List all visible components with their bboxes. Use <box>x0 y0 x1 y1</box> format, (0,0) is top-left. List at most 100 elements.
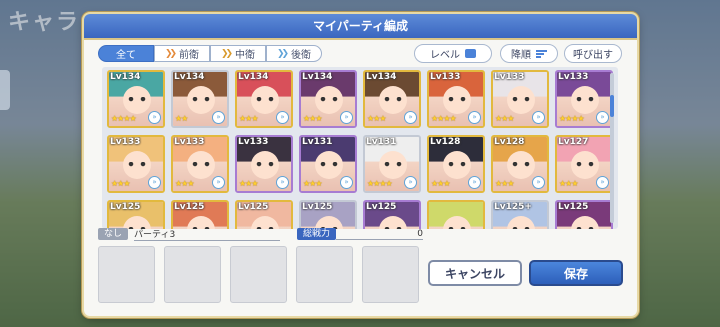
character-level: Lv134 <box>110 72 141 82</box>
sort-option-icon <box>465 49 476 58</box>
party-slot[interactable] <box>98 246 155 303</box>
portrait-eyes <box>576 227 594 229</box>
role-chevron-icon: » <box>404 111 417 124</box>
character-card[interactable]: Lv128 ★★★ » <box>491 135 549 193</box>
party-slot[interactable] <box>362 246 419 303</box>
portrait-eyes <box>512 227 530 229</box>
character-card[interactable]: Lv134 ★★★ » <box>363 70 421 128</box>
roster-grid: Lv134 ★★★★» Lv134 ★★» Lv134 ★★★» Lv134 ★★★» Lv13… <box>102 67 618 229</box>
character-card[interactable]: Lv133 ★★★ » <box>491 70 549 128</box>
filter-label: 全て <box>116 50 136 61</box>
party-name[interactable]: パーティ3 <box>134 227 280 241</box>
role-chevron-icon: » <box>212 111 225 124</box>
portrait-eyes <box>128 97 146 102</box>
character-level: Lv125 <box>366 202 397 212</box>
character-level: Lv127 <box>558 137 589 147</box>
character-card[interactable]: Lv134 ★★★ » <box>299 70 357 128</box>
character-card[interactable]: Lv128 ★★★ » <box>427 135 485 193</box>
sort-order-button[interactable]: 降順 <box>500 44 558 63</box>
character-card[interactable]: Lv133 ★★★ » <box>171 135 229 193</box>
character-level: Lv128 <box>430 137 461 147</box>
roster-scrollbar[interactable] <box>610 73 614 223</box>
character-card[interactable]: Lv133 ★★★★ » <box>555 70 613 128</box>
character-level: Lv133 <box>430 72 461 82</box>
character-stars: ★★★ <box>239 114 258 123</box>
portrait-eyes <box>576 97 594 102</box>
character-card[interactable]: Lv133 ★★★ » <box>235 135 293 193</box>
character-card[interactable]: Lv134 ★★★★ » <box>107 70 165 128</box>
portrait-eyes <box>512 162 530 167</box>
character-stars: ★★★ <box>175 179 194 188</box>
portrait-eyes <box>448 97 466 102</box>
character-level: Lv133 <box>558 72 589 82</box>
character-card[interactable]: Lv133 ★★★ » <box>107 135 165 193</box>
role-chevron-icon: » <box>596 111 609 124</box>
filter-label: 後衛 <box>291 50 312 61</box>
character-card[interactable]: Lv127 ★★★ » <box>555 135 613 193</box>
role-chevron-icon: » <box>340 176 353 189</box>
character-card[interactable]: Lv134 ★★★ » <box>235 70 293 128</box>
character-stars: ★★★ <box>559 179 578 188</box>
character-stars: ★★★ <box>367 114 386 123</box>
character-stars: ★★★ <box>303 179 322 188</box>
roster-scroll-thumb[interactable] <box>610 95 614 117</box>
character-level: Lv134 <box>366 72 397 82</box>
character-level: Lv134 <box>302 72 333 82</box>
filter-tab-all[interactable]: 全て <box>98 45 154 62</box>
load-party-label: 呼び出す <box>573 50 613 61</box>
character-card[interactable]: Lv125 <box>299 200 357 229</box>
portrait-eyes <box>512 97 530 102</box>
character-card[interactable]: Lv131 ★★★★ » <box>363 135 421 193</box>
character-card[interactable]: Lv131 ★★★ » <box>299 135 357 193</box>
role-chevron-icon: » <box>148 111 161 124</box>
character-roster[interactable]: Lv134 ★★★★» Lv134 ★★» Lv134 ★★★» Lv134 ★★★» Lv13… <box>102 67 618 229</box>
filter-label: 中衛 <box>235 50 256 61</box>
middle-role-icon: ❯❯ <box>220 48 233 59</box>
role-chevron-icon: » <box>340 111 353 124</box>
character-card[interactable]: Lv125 <box>107 200 165 229</box>
character-card[interactable]: Lv125 <box>171 200 229 229</box>
character-stars: ★★★★ <box>559 114 585 123</box>
character-stars: ★★ <box>175 114 188 123</box>
character-stars: ★★★★ <box>431 114 457 123</box>
role-chevron-icon: » <box>532 176 545 189</box>
character-level: Lv134 <box>238 72 269 82</box>
save-button[interactable]: 保存 <box>529 260 623 286</box>
background-side-tab <box>0 70 10 110</box>
character-stars: ★★★ <box>495 114 514 123</box>
character-card[interactable]: Lv125 <box>555 200 613 229</box>
filter-tab-front[interactable]: ❯❯ 前衛 <box>154 45 210 62</box>
party-slot[interactable] <box>230 246 287 303</box>
filter-tab-back[interactable]: ❯❯ 後衛 <box>266 45 322 62</box>
portrait-eyes <box>320 97 338 102</box>
character-level: Lv133 <box>174 137 205 147</box>
role-chevron-icon: » <box>468 176 481 189</box>
role-chevron-icon: » <box>596 176 609 189</box>
role-chevron-icon: » <box>148 176 161 189</box>
party-slot[interactable] <box>296 246 353 303</box>
character-stars: ★★★ <box>111 179 130 188</box>
sort-order-label: 降順 <box>511 50 531 61</box>
role-chevron-icon: » <box>276 111 289 124</box>
character-card[interactable]: Lv125+ <box>491 200 549 229</box>
character-card[interactable]: Lv134 ★★ » <box>171 70 229 128</box>
character-card[interactable]: Lv125 <box>235 200 293 229</box>
total-power-bar: 総戦力 0 <box>297 228 423 240</box>
modal-title: マイパーティ編成 <box>84 14 637 40</box>
character-card[interactable]: Lv133 ★★★★ » <box>427 70 485 128</box>
character-stars: ★★★ <box>495 179 514 188</box>
portrait-eyes <box>384 162 402 167</box>
cancel-button[interactable]: キャンセル <box>428 260 522 286</box>
sort-by-level-button[interactable]: レベル <box>414 44 492 63</box>
portrait-eyes <box>192 162 210 167</box>
load-party-button[interactable]: 呼び出す <box>564 44 622 63</box>
front-role-icon: ❯❯ <box>164 48 177 59</box>
character-card[interactable]: Lv125 <box>363 200 421 229</box>
character-card[interactable] <box>427 200 485 229</box>
party-slot[interactable] <box>164 246 221 303</box>
filter-tab-middle[interactable]: ❯❯ 中衛 <box>210 45 266 62</box>
portrait-eyes <box>448 162 466 167</box>
background-screen-title: キャラ <box>8 10 81 35</box>
portrait-eyes <box>256 97 274 102</box>
role-chevron-icon: » <box>468 111 481 124</box>
